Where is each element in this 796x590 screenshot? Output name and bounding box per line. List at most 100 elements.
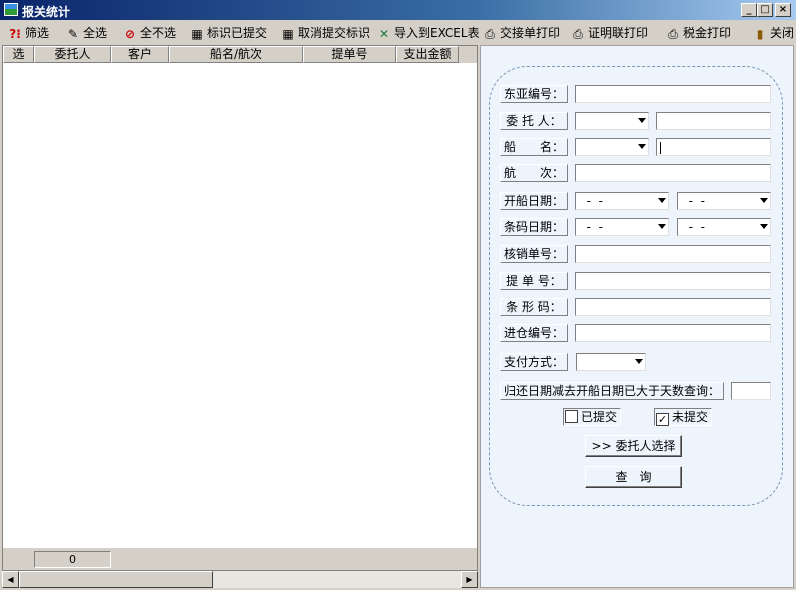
excel-icon: ✕ xyxy=(378,26,390,41)
close-window-button[interactable]: × xyxy=(775,3,791,17)
stop-icon: ⊘ xyxy=(124,26,136,41)
grid-header: 选 委托人 客户 船名/航次 提单号 支出金额 xyxy=(3,46,477,63)
vessel-select[interactable] xyxy=(575,138,649,156)
title-bar: 报关统计 _ □ × xyxy=(0,0,796,20)
print-handover-label: 交接单打印 xyxy=(500,26,561,40)
chevron-down-icon xyxy=(638,144,646,149)
scroll-thumb[interactable] xyxy=(19,571,213,588)
payment-method-label: 支付方式： xyxy=(500,353,568,371)
minimize-button[interactable]: _ xyxy=(741,3,757,17)
close-button[interactable]: ▮ 关闭 xyxy=(752,23,794,43)
print-certificate-button[interactable]: ⎙ 证明联打印 xyxy=(570,23,648,43)
results-grid[interactable]: 选 委托人 客户 船名/航次 提单号 支出金额 0 xyxy=(2,45,478,571)
filter-label: 筛选 xyxy=(25,26,50,40)
horizontal-scrollbar[interactable]: ◀ ▶ xyxy=(2,571,478,588)
export-excel-label: 导入到EXCEL表 xyxy=(394,26,480,40)
print-tax-button[interactable]: ⎙ 税金打印 xyxy=(665,23,731,43)
submitted-checkbox[interactable]: 已提交 xyxy=(563,408,622,426)
chevron-down-icon xyxy=(658,224,666,229)
chevron-down-icon xyxy=(760,224,768,229)
text-caret xyxy=(660,141,661,154)
voyage-input[interactable] xyxy=(575,164,771,182)
export-excel-button[interactable]: ✕ 导入到EXCEL表 xyxy=(376,23,480,43)
close-label: 关闭 xyxy=(770,26,795,40)
submitted-checkbox-label: 已提交 xyxy=(581,410,618,424)
consignor-select[interactable] xyxy=(575,112,649,130)
column-header-amount[interactable]: 支出金额 xyxy=(396,46,459,63)
not-submitted-checkbox-label: 未提交 xyxy=(672,410,709,424)
verification-no-label: 核销单号： xyxy=(500,245,568,263)
barcode-date-to-value: - - xyxy=(681,220,705,234)
print-certificate-label: 证明联打印 xyxy=(588,26,649,40)
payment-method-select[interactable] xyxy=(576,353,646,371)
cancel-submitted-label: 取消提交标识 xyxy=(298,26,371,40)
select-none-label: 全不选 xyxy=(140,26,177,40)
printer-icon: ⎙ xyxy=(668,26,678,41)
barcode-date-label: 条码日期： xyxy=(500,218,568,236)
days-query-label: 归还日期减去开船日期已大于天数查询： xyxy=(500,382,724,400)
filter-button[interactable]: ?⁝ 筛选 xyxy=(7,23,49,43)
barcode-date-from-picker[interactable]: - - xyxy=(575,218,669,236)
checkmark-icon: ✓ xyxy=(656,413,669,426)
column-header-consignor[interactable]: 委托人 xyxy=(34,46,111,63)
print-tax-label: 税金打印 xyxy=(683,26,732,40)
filter-icon: ?⁝ xyxy=(9,26,21,41)
select-all-label: 全选 xyxy=(83,26,108,40)
mark-submitted-label: 标识已提交 xyxy=(207,26,268,40)
chevron-down-icon xyxy=(760,198,768,203)
verification-no-input[interactable] xyxy=(575,245,771,263)
select-none-button[interactable]: ⊘ 全不选 xyxy=(122,23,176,43)
column-header-select[interactable]: 选 xyxy=(3,46,34,63)
cancel-submitted-button[interactable]: ▦ 取消提交标识 xyxy=(280,23,370,43)
sail-date-label: 开船日期： xyxy=(500,192,568,210)
mark-icon: ▦ xyxy=(191,26,203,41)
sail-date-from-picker[interactable]: - - xyxy=(575,192,669,210)
warehouse-no-input[interactable] xyxy=(575,324,771,342)
dongya-no-label: 东亚编号： xyxy=(500,85,568,103)
printer-icon: ⎙ xyxy=(573,26,583,41)
checkbox-empty-icon xyxy=(565,410,578,423)
record-count: 0 xyxy=(34,551,111,568)
sail-date-to-picker[interactable]: - - xyxy=(677,192,771,210)
chevron-down-icon xyxy=(658,198,666,203)
sail-date-to-value: - - xyxy=(681,194,705,208)
consignor-label: 委 托 人： xyxy=(500,112,568,130)
sail-date-from-value: - - xyxy=(579,194,603,208)
chevron-down-icon xyxy=(638,118,646,123)
column-header-bill-no[interactable]: 提单号 xyxy=(303,46,396,63)
consignor-input[interactable] xyxy=(656,112,771,130)
scroll-right-icon[interactable]: ▶ xyxy=(461,571,478,588)
exit-door-icon: ▮ xyxy=(756,26,764,41)
toolbar: ?⁝ 筛选 ✎ 全选 ⊘ 全不选 ▦ 标识已提交 ▦ 取消提交标识 ✕ 导入到EXCEL表 … xyxy=(0,21,796,45)
column-header-vessel-voyage[interactable]: 船名/航次 xyxy=(169,46,303,63)
consignor-select-button[interactable]: >> 委托人选择 xyxy=(585,435,682,457)
not-submitted-checkbox[interactable]: ✓ 未提交 xyxy=(654,408,713,426)
mark-submitted-button[interactable]: ▦ 标识已提交 xyxy=(189,23,267,43)
warehouse-no-label: 进仓编号： xyxy=(500,324,568,342)
scroll-left-icon[interactable]: ◀ xyxy=(2,571,19,588)
dongya-no-input[interactable] xyxy=(575,85,771,103)
maximize-button[interactable]: □ xyxy=(757,3,773,17)
print-handover-button[interactable]: ⎙ 交接单打印 xyxy=(482,23,560,43)
vessel-input[interactable] xyxy=(656,138,771,156)
unmark-icon: ▦ xyxy=(282,26,294,41)
query-panel: 东亚编号： 委 托 人： 船 名： 航 次： 开船日期： - - - - 条码日… xyxy=(480,45,794,588)
grid-footer: 0 xyxy=(3,548,477,570)
voyage-label: 航 次： xyxy=(500,164,568,182)
chevron-down-icon xyxy=(635,359,643,364)
select-all-button[interactable]: ✎ 全选 xyxy=(65,23,107,43)
barcode-date-to-picker[interactable]: - - xyxy=(677,218,771,236)
barcode-label: 条 形 码： xyxy=(500,298,568,316)
window-title: 报关统计 xyxy=(22,5,71,19)
bill-no-label: 提 单 号： xyxy=(500,272,568,290)
barcode-date-from-value: - - xyxy=(579,220,603,234)
pencil-icon: ✎ xyxy=(67,26,79,41)
barcode-input[interactable] xyxy=(575,298,771,316)
printer-icon: ⎙ xyxy=(485,26,495,41)
vessel-label: 船 名： xyxy=(500,138,568,156)
bill-no-input[interactable] xyxy=(575,272,771,290)
days-query-input[interactable] xyxy=(731,382,771,400)
column-header-customer[interactable]: 客户 xyxy=(111,46,169,63)
query-button[interactable]: 查 询 xyxy=(585,466,682,488)
app-icon xyxy=(4,3,18,16)
